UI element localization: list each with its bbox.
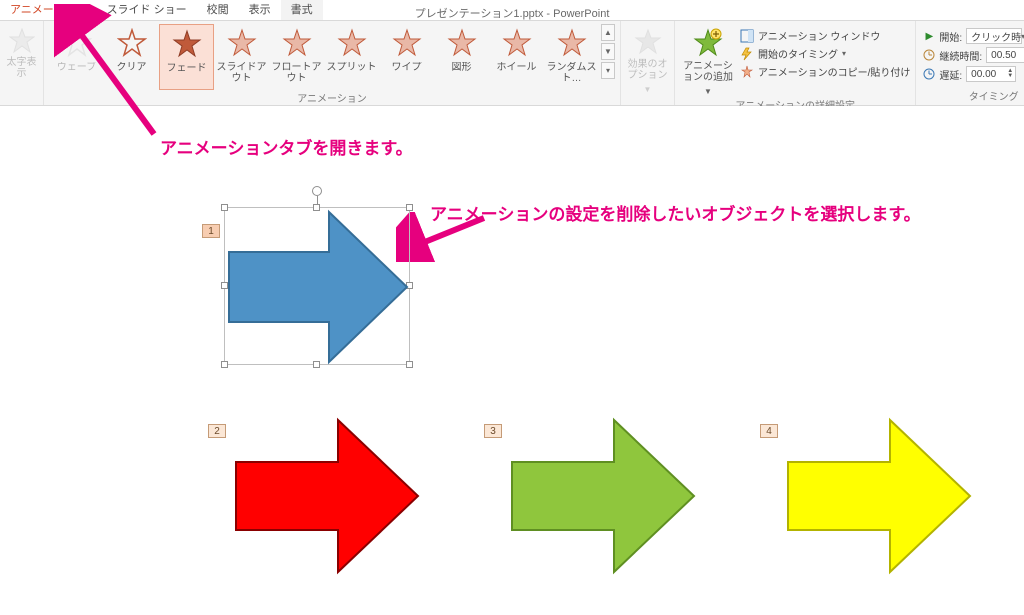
tab-format[interactable]: 書式: [281, 0, 323, 20]
brush-star-icon: [740, 65, 754, 79]
duration-label: 継続時間:: [939, 48, 982, 63]
star-icon: [282, 28, 312, 58]
chevron-down-icon: ▼: [704, 86, 712, 97]
clock-icon: [923, 68, 935, 80]
preview-button[interactable]: 太字表示: [5, 24, 38, 79]
clock-icon: [923, 49, 935, 61]
anim-slideout[interactable]: スライドアウト: [214, 24, 269, 90]
chevron-down-icon: ▼: [644, 84, 652, 95]
blue-arrow-shape[interactable]: [225, 208, 411, 366]
annotation-open-tab: アニメーションタブを開きます。: [160, 134, 413, 159]
slide-canvas[interactable]: アニメーションタブを開きます。 アニメーションの設定を削除したいオブジェクトを選…: [0, 106, 1024, 615]
red-arrow-shape[interactable]: [232, 416, 422, 576]
delay-spinner[interactable]: 00.00 ▲▼: [966, 66, 1016, 82]
tab-view[interactable]: 表示: [239, 0, 281, 20]
tab-review[interactable]: 校閲: [197, 0, 239, 20]
star-plus-icon: [693, 28, 723, 58]
annotation-arrow-to-tab: [54, 4, 174, 154]
star-icon: [9, 28, 35, 54]
gallery-down[interactable]: ▼: [601, 43, 615, 60]
anim-wheel[interactable]: ホイール: [489, 24, 544, 90]
star-icon: [557, 28, 587, 58]
anim-random[interactable]: ランダムスト…: [544, 24, 599, 90]
animation-order-tag-2[interactable]: 2: [208, 424, 226, 438]
start-dropdown[interactable]: クリック時 ▾: [966, 28, 1022, 44]
duration-spinner[interactable]: 00.50 ▲▼: [986, 47, 1024, 63]
window-title: プレゼンテーション1.pptx - PowerPoint: [415, 5, 610, 21]
star-icon: [634, 28, 662, 56]
timing-group-label: タイミング: [921, 88, 1024, 105]
play-icon: ▶: [923, 30, 935, 42]
annotation-select-object: アニメーションの設定を削除したいオブジェクトを選択します。: [430, 200, 921, 225]
gallery-scroll: ▲ ▼ ▾: [599, 24, 615, 79]
anim-shape[interactable]: 図形: [434, 24, 489, 90]
star-icon: [172, 29, 202, 59]
yellow-arrow-shape[interactable]: [784, 416, 974, 576]
chevron-down-icon: ▾: [842, 49, 846, 58]
animation-painter-button[interactable]: アニメーションのコピー/貼り付け: [740, 64, 910, 79]
star-icon: [227, 28, 257, 58]
trigger-button[interactable]: 開始のタイミング ▾: [740, 46, 910, 61]
star-icon: [502, 28, 532, 58]
rotate-handle[interactable]: [312, 186, 322, 196]
anim-floatout[interactable]: フロートアウト: [269, 24, 324, 90]
animation-order-tag-4[interactable]: 4: [760, 424, 778, 438]
preview-label: 太字表示: [5, 57, 38, 79]
animation-pane-button[interactable]: アニメーション ウィンドウ: [740, 28, 910, 43]
spinner-arrows-icon: ▲▼: [1007, 69, 1013, 79]
lightning-icon: [740, 47, 754, 61]
start-label: 開始:: [939, 29, 962, 44]
delay-label: 遅延:: [939, 67, 962, 82]
animation-order-tag-1[interactable]: 1: [202, 224, 220, 238]
effect-options-button[interactable]: 効果のオプション ▼: [626, 24, 669, 95]
green-arrow-shape[interactable]: [508, 416, 698, 576]
star-icon: [337, 28, 367, 58]
annotation-arrow-to-object: [396, 212, 496, 262]
anim-wipe[interactable]: ワイプ: [379, 24, 434, 90]
add-animation-button[interactable]: アニメーションの追加 ▼: [680, 24, 736, 97]
gallery-more[interactable]: ▾: [601, 62, 615, 79]
gallery-up[interactable]: ▲: [601, 24, 615, 41]
star-icon: [392, 28, 422, 58]
animation-order-tag-3[interactable]: 3: [484, 424, 502, 438]
anim-split[interactable]: スプリット: [324, 24, 379, 90]
star-icon: [447, 28, 477, 58]
pane-icon: [740, 29, 754, 43]
selection-box[interactable]: [224, 207, 410, 365]
